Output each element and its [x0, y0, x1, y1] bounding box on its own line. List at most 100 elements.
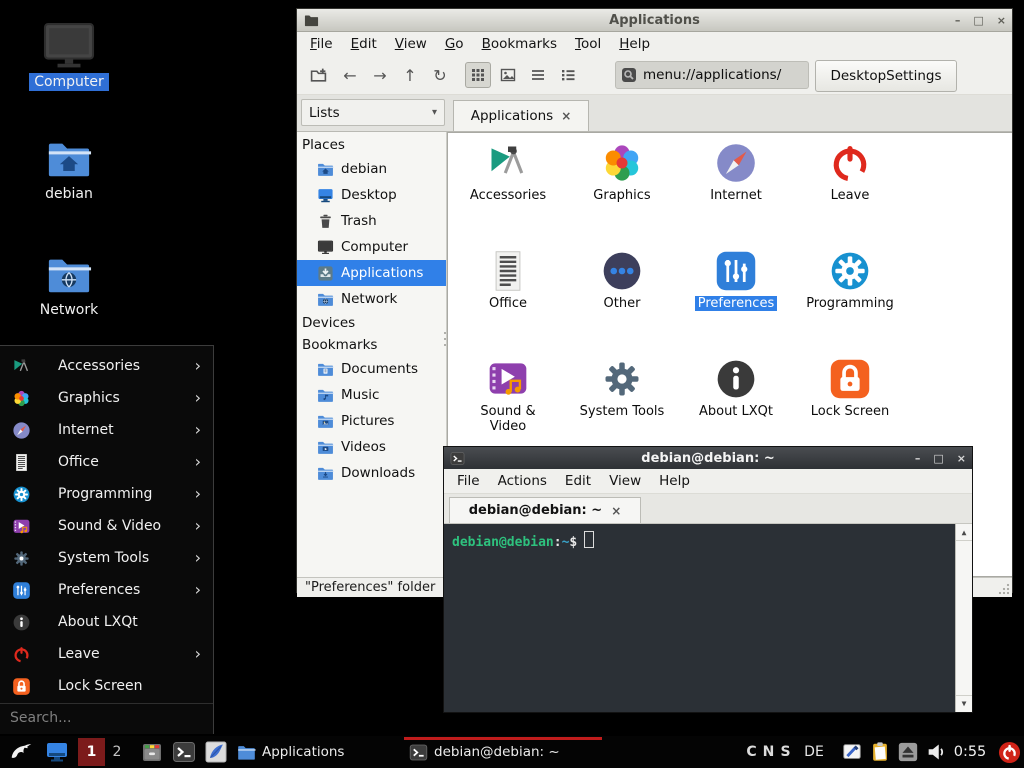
menu-search-input[interactable]: Search... [0, 703, 213, 731]
forward-button[interactable]: → [367, 62, 393, 88]
desktop-icon-debian[interactable]: debian [28, 136, 110, 203]
close-button[interactable]: × [997, 14, 1006, 27]
menu-edit[interactable]: Edit [344, 33, 384, 55]
compact-view-button[interactable] [525, 62, 551, 88]
grid-item-about-lxqt[interactable]: About LXQt [680, 357, 792, 419]
detailed-view-button[interactable] [555, 62, 581, 88]
menu-item-internet[interactable]: Internet › [0, 414, 213, 446]
sidebar-item-documents[interactable]: Documents [297, 356, 446, 382]
clock[interactable]: 0:55 [950, 736, 990, 768]
minimize-button[interactable]: – [955, 14, 961, 27]
programming-icon [828, 249, 872, 293]
sidebar-item-pictures[interactable]: Pictures [297, 408, 446, 434]
leave-icon [828, 141, 872, 185]
grid-item-lock-screen[interactable]: Lock Screen [794, 357, 906, 419]
volume-tray-icon[interactable] [924, 736, 948, 768]
grid-item-office[interactable]: Office [452, 249, 564, 311]
desktop-icon-network[interactable]: Network [28, 252, 110, 319]
tab-applications[interactable]: Applications × [453, 100, 589, 131]
grid-item-internet[interactable]: Internet [680, 141, 792, 203]
grid-item-preferences[interactable]: Preferences [680, 249, 792, 311]
grid-item-graphics[interactable]: Graphics [566, 141, 678, 203]
menu-item-graphics[interactable]: Graphics › [0, 382, 213, 414]
menu-bookmarks[interactable]: Bookmarks [475, 33, 564, 55]
menu-item-accessories[interactable]: Accessories › [0, 350, 213, 382]
menu-help[interactable]: Help [652, 470, 697, 492]
quicklaunch-file-manager[interactable] [138, 736, 166, 768]
icon-view-button[interactable] [465, 62, 491, 88]
fm-titlebar[interactable]: Applications – □ × [297, 9, 1012, 32]
terminal-scrollbar[interactable]: ▲ ▼ [955, 524, 972, 712]
task-button-terminal[interactable]: debian@debian: ~ [404, 736, 602, 768]
clipboard-tray-icon[interactable] [868, 736, 892, 768]
tab-close-icon[interactable]: × [611, 504, 621, 518]
grid-item-sound-video[interactable]: Sound & Video [452, 357, 564, 434]
scroll-down-icon[interactable]: ▼ [956, 695, 972, 711]
tab-close-icon[interactable]: × [561, 109, 571, 123]
thumbnail-view-button[interactable] [495, 62, 521, 88]
menu-item-programming[interactable]: Programming › [0, 478, 213, 510]
sidebar-item-label: Downloads [341, 465, 415, 481]
show-desktop-button[interactable] [42, 736, 72, 768]
close-button[interactable]: × [957, 452, 966, 465]
screenshot-tray-icon[interactable] [840, 736, 864, 768]
task-button-applications[interactable]: Applications [232, 736, 400, 768]
up-button[interactable]: ↑ [397, 62, 423, 88]
menu-actions[interactable]: Actions [491, 470, 554, 492]
terminal-output[interactable]: debian@debian:~$ ▲ ▼ [444, 524, 972, 712]
sidebar-item-music[interactable]: Music [297, 382, 446, 408]
menu-file[interactable]: File [450, 470, 487, 492]
grid-item-leave[interactable]: Leave [794, 141, 906, 203]
leave-button[interactable] [996, 736, 1022, 768]
menu-file[interactable]: File [303, 33, 340, 55]
menu-item-lock-screen[interactable]: Lock Screen [0, 670, 213, 702]
terminal-tab[interactable]: debian@debian: ~ × [449, 497, 641, 523]
menu-view[interactable]: View [602, 470, 648, 492]
sidebar-item-desktop[interactable]: Desktop [297, 182, 446, 208]
sidebar-item-videos[interactable]: Videos [297, 434, 446, 460]
sidepane-mode-combo[interactable]: Lists ▾ [301, 99, 445, 126]
removable-media-tray-icon[interactable] [896, 736, 920, 768]
maximize-button[interactable]: □ [973, 14, 983, 27]
minimize-button[interactable]: – [915, 452, 921, 465]
menu-item-office[interactable]: Office › [0, 446, 213, 478]
resize-grip[interactable] [998, 583, 1010, 595]
menu-go[interactable]: Go [438, 33, 471, 55]
sidebar-item-network[interactable]: Network [297, 286, 446, 312]
desktop-icon-computer[interactable]: Computer [28, 22, 110, 91]
reload-button[interactable]: ↻ [427, 62, 453, 88]
keyboard-layout-indicator[interactable]: DE [800, 736, 828, 768]
sidebar-item-trash[interactable]: Trash [297, 208, 446, 234]
maximize-button[interactable]: □ [933, 452, 943, 465]
thumbnail-view-icon [500, 67, 516, 83]
back-button[interactable]: ← [337, 62, 363, 88]
menu-view[interactable]: View [388, 33, 434, 55]
path-bar[interactable]: menu://applications/ [615, 61, 809, 89]
quicklaunch-featherpad[interactable] [202, 736, 230, 768]
menu-item-system-tools[interactable]: System Tools › [0, 542, 213, 574]
grid-item-programming[interactable]: Programming [794, 249, 906, 311]
scroll-up-icon[interactable]: ▲ [956, 525, 972, 541]
grid-item-other[interactable]: Other [566, 249, 678, 311]
desktop-settings-button[interactable]: DesktopSettings [815, 60, 957, 92]
path-text: menu://applications/ [643, 67, 781, 83]
grid-item-accessories[interactable]: Accessories [452, 141, 564, 203]
menu-item-about-lxqt[interactable]: About LXQt [0, 606, 213, 638]
main-menu-button[interactable] [6, 736, 36, 768]
workspace-1-button[interactable]: 1 [78, 738, 105, 766]
menu-item-leave[interactable]: Leave › [0, 638, 213, 670]
terminal-titlebar[interactable]: debian@debian: ~ – □ × [444, 447, 972, 469]
sidebar-item-downloads[interactable]: Downloads [297, 460, 446, 486]
sidebar-item-computer[interactable]: Computer [297, 234, 446, 260]
menu-item-sound-video[interactable]: Sound & Video › [0, 510, 213, 542]
quicklaunch-terminal[interactable] [170, 736, 198, 768]
menu-item-preferences[interactable]: Preferences › [0, 574, 213, 606]
menu-edit[interactable]: Edit [558, 470, 598, 492]
menu-help[interactable]: Help [612, 33, 657, 55]
grid-item-system-tools[interactable]: System Tools [566, 357, 678, 419]
workspace-2-button[interactable]: 2 [108, 736, 126, 768]
menu-tool[interactable]: Tool [568, 33, 608, 55]
sidebar-item-applications[interactable]: Applications [297, 260, 446, 286]
new-tab-button[interactable] [305, 62, 331, 88]
sidebar-item-debian[interactable]: debian [297, 156, 446, 182]
